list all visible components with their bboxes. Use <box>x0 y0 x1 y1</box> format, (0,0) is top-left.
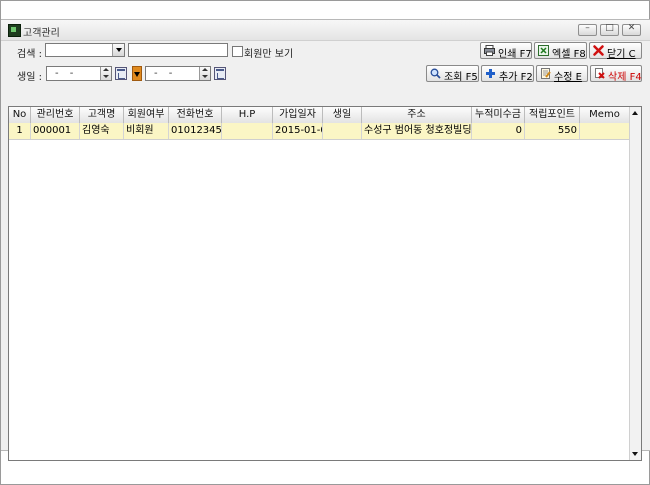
calendar-icon[interactable] <box>115 67 127 80</box>
add-button[interactable]: 추가 F2 <box>481 65 534 83</box>
table-row[interactable]: 1 000001 김영숙 비회원 01012345670 2015-01-07 … <box>9 123 630 140</box>
delete-button[interactable]: 삭제 F4 <box>590 65 642 83</box>
cell-address: 수성구 범어동 청호정빌딩 <box>362 123 472 139</box>
window-title: 고객관리 <box>23 28 60 39</box>
screen-frame: 고객관리 – □ ✕ 검색 : 회원만 보기 인쇄 F7 엑셀 F8 닫기 C <box>0 0 650 485</box>
query-button[interactable]: 조회 F5 <box>426 65 479 83</box>
column-header-memo[interactable]: Memo <box>580 107 630 123</box>
cell-hp <box>222 123 273 139</box>
delete-document-icon <box>595 68 605 79</box>
close-icon: ✕ <box>627 23 636 33</box>
edit-document-icon <box>541 68 551 79</box>
cell-phone: 01012345670 <box>169 123 222 139</box>
column-header-name[interactable]: 고객명 <box>80 107 124 123</box>
add-label: 추가 F2 <box>499 72 533 83</box>
search-input[interactable] <box>128 43 228 57</box>
cell-birthday <box>323 123 362 139</box>
members-only-label: 회원만 보기 <box>244 49 294 60</box>
delete-label: 삭제 F4 <box>608 72 642 83</box>
chevron-down-icon[interactable] <box>112 44 124 56</box>
search-combo[interactable] <box>45 43 125 57</box>
column-header-member[interactable]: 회원여부 <box>124 107 169 123</box>
birthday-label: 생일 : <box>17 72 42 83</box>
customer-grid[interactable]: No 관리번호 고객명 회원여부 전화번호 H.P 가입일자 생일 주소 누적미… <box>8 106 642 461</box>
excel-icon <box>538 45 549 56</box>
plus-icon <box>486 69 495 78</box>
date-to-input[interactable]: - - <box>145 66 211 81</box>
cell-memo <box>580 123 630 139</box>
cell-receivable: 0 <box>472 123 525 139</box>
minimize-icon: – <box>585 23 590 33</box>
cell-id: 000001 <box>31 123 80 139</box>
members-only-checkbox[interactable] <box>232 46 243 57</box>
column-header-no[interactable]: No <box>9 107 31 123</box>
column-header-phone[interactable]: 전화번호 <box>169 107 222 123</box>
date-range-arrow-icon[interactable] <box>132 66 142 81</box>
column-header-joined[interactable]: 가입일자 <box>273 107 323 123</box>
search-label: 검색 : <box>17 49 42 60</box>
calendar-icon[interactable] <box>214 67 226 80</box>
query-label: 조회 F5 <box>444 72 478 83</box>
column-header-birthday[interactable]: 생일 <box>323 107 362 123</box>
close-button[interactable]: 닫기 C <box>589 42 642 60</box>
cell-joined: 2015-01-07 <box>273 123 323 139</box>
excel-label: 엑셀 F8 <box>552 49 586 60</box>
print-label: 인쇄 F7 <box>498 49 532 60</box>
column-header-address[interactable]: 주소 <box>362 107 472 123</box>
date-to-spinner[interactable] <box>199 67 210 80</box>
minimize-button[interactable]: – <box>578 23 597 36</box>
cell-name: 김영숙 <box>80 123 124 139</box>
grid-header: No 관리번호 고객명 회원여부 전화번호 H.P 가입일자 생일 주소 누적미… <box>9 107 630 124</box>
edit-label: 수정 E <box>554 72 582 83</box>
column-header-hp[interactable]: H.P <box>222 107 273 123</box>
column-header-points[interactable]: 적립포인트 <box>525 107 580 123</box>
cell-no: 1 <box>9 123 31 139</box>
customer-window: 고객관리 – □ ✕ 검색 : 회원만 보기 인쇄 F7 엑셀 F8 닫기 C <box>1 19 650 461</box>
edit-button[interactable]: 수정 E <box>536 65 588 83</box>
maximize-icon: □ <box>605 23 614 33</box>
vertical-scrollbar[interactable] <box>629 107 641 460</box>
title-bar: 고객관리 – □ ✕ <box>1 20 650 41</box>
scroll-up-arrow-icon[interactable] <box>630 108 641 119</box>
excel-button[interactable]: 엑셀 F8 <box>534 42 587 60</box>
close-label: 닫기 C <box>607 49 636 60</box>
print-button[interactable]: 인쇄 F7 <box>480 42 532 60</box>
maximize-button[interactable]: □ <box>600 23 619 36</box>
close-x-icon <box>593 45 604 56</box>
close-window-button[interactable]: ✕ <box>622 23 641 36</box>
date-to-value: - - <box>154 68 177 79</box>
magnifier-icon <box>430 68 441 79</box>
app-icon <box>8 24 21 37</box>
column-header-receivable[interactable]: 누적미수금 <box>472 107 525 123</box>
date-from-spinner[interactable] <box>100 67 111 80</box>
date-from-value: - - <box>55 68 78 79</box>
printer-icon <box>484 45 495 56</box>
column-header-id[interactable]: 관리번호 <box>31 107 80 123</box>
cell-member: 비회원 <box>124 123 169 139</box>
date-from-input[interactable]: - - <box>46 66 112 81</box>
cell-points: 550 <box>525 123 580 139</box>
scroll-down-arrow-icon[interactable] <box>630 448 641 459</box>
